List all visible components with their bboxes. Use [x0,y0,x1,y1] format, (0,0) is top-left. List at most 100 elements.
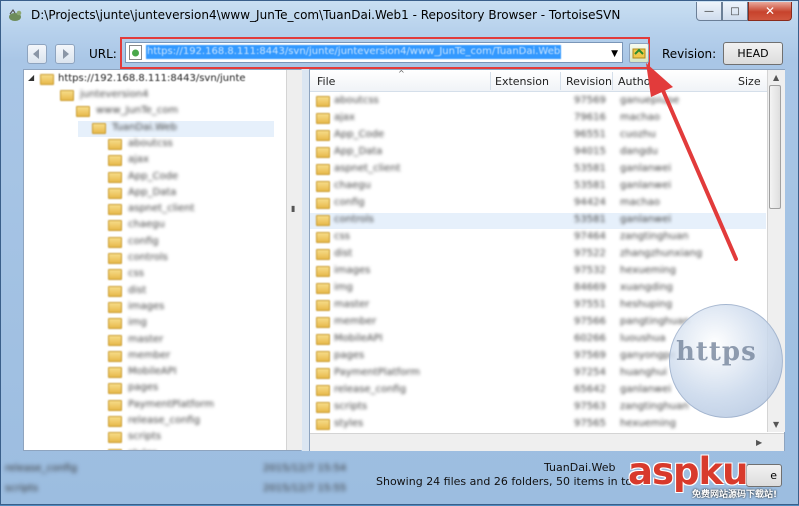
folder-icon [316,334,330,345]
folder-icon [316,147,330,158]
tree-item[interactable]: PaymentPlatform [94,398,274,414]
column-file[interactable]: File [317,75,335,88]
tree-item[interactable]: member [94,349,274,365]
tree-root-label: https://192.168.8.111:8443/svn/junte [58,73,246,84]
column-divider[interactable] [560,72,561,90]
repository-tree[interactable]: ◢ https://192.168.8.111:8443/svn/junte j… [23,69,301,451]
folder-icon [60,90,74,101]
tree-item-label: chaegu [128,219,165,231]
list-row-name: css [334,231,350,242]
list-row[interactable]: css 97464 zangtinghuan [310,230,766,246]
folder-icon [316,130,330,141]
tree-item[interactable]: chaegu [94,218,274,234]
tree-item-label: www_JunTe_com [96,105,179,117]
column-divider[interactable] [612,72,613,90]
tree-item[interactable]: App_Code [94,170,274,186]
list-row-name: App_Code [334,129,385,140]
tree-expand-icon[interactable]: ◢ [28,73,34,82]
tree-item[interactable]: dist [94,284,274,300]
tree-item-label: img [128,317,147,329]
status-summary: Showing 24 files and 26 folders, 50 item… [376,475,647,488]
minimize-button[interactable]: — [696,2,722,21]
tree-item-label: release_config [128,415,201,426]
tree-item[interactable]: MobileAPI [94,365,274,381]
list-row-revision: 60266 [574,333,606,344]
tree-item-label: junteversion4 [80,89,149,100]
forward-button[interactable] [55,44,75,64]
tree-item[interactable]: images [94,300,274,316]
list-scroll-thumb[interactable] [769,85,781,209]
tree-item[interactable]: junteversion4 [46,88,274,104]
list-row[interactable]: aboutcss 97569 ganuepiupe [310,94,766,110]
tree-item[interactable]: styles [94,447,274,450]
list-row-name: config [334,197,365,208]
column-revision[interactable]: Revision [566,75,612,88]
list-row-author: machao [620,112,660,123]
background-row: scripts [5,483,38,494]
tree-item[interactable]: aboutcss [94,137,274,153]
list-row[interactable]: config 94424 machao [310,196,766,212]
column-extension[interactable]: Extension [495,75,549,88]
list-row[interactable]: controls 53581 ganlanwei [310,213,766,229]
scroll-down-icon[interactable]: ▼ [773,420,779,429]
folder-icon [92,122,106,134]
list-row-revision: 94424 [574,197,606,208]
list-row-revision: 53581 [574,180,606,191]
scroll-up-icon[interactable]: ▲ [773,73,779,82]
tree-item[interactable]: css [94,267,274,283]
column-author[interactable]: Author [618,75,655,88]
list-row[interactable]: aspnet_client 53581 ganlanwei [310,162,766,178]
tree-item[interactable]: img [94,316,274,332]
list-row[interactable]: chaegu 53581 ganlanwei [310,179,766,195]
list-row-author: cuozhu [620,129,656,140]
list-row-name: ajax [334,112,355,123]
tortoisesvn-app-icon [9,8,22,21]
folder-icon [108,383,122,395]
pane-splitter[interactable] [302,69,309,451]
browse-go-button[interactable] [629,43,649,63]
back-button[interactable] [27,44,47,64]
column-divider[interactable] [490,72,491,90]
folder-icon [40,74,54,85]
revision-head-button[interactable]: HEAD [723,42,783,65]
tree-vertical-scrollbar[interactable]: ▮ [286,70,302,450]
arrow-right-icon [63,49,69,59]
folder-icon [316,164,330,175]
tree-item-label: MobileAPI [128,366,177,378]
folder-icon [316,402,330,413]
tree-item-label: TuanDai.Web [112,121,177,133]
folder-icon [108,269,122,281]
tree-item[interactable]: controls [94,251,274,267]
tree-item[interactable]: aspnet_client [94,202,274,218]
title-bar: D:\Projects\junte\junteversion4\www_JunT… [1,1,798,29]
list-row-revision: 53581 [574,163,606,174]
folder-icon [316,215,330,226]
maximize-button[interactable]: □ [722,2,748,21]
tree-item-label: master [128,333,164,345]
tree-item[interactable]: www_JunTe_com [62,104,274,120]
list-row[interactable]: App_Data 94015 dangdu [310,145,766,161]
tree-item[interactable]: pages [94,381,274,397]
tree-item[interactable]: release_config [94,414,274,430]
list-row[interactable]: images 97532 hexueming [310,264,766,280]
list-row[interactable]: img 84669 xuangding [310,281,766,297]
list-row[interactable]: ajax 79616 machao [310,111,766,127]
tree-item[interactable]: config [94,235,274,251]
scroll-right-icon[interactable]: ▶ [756,438,762,447]
tree-item[interactable]: App_Data [94,186,274,202]
folder-icon [316,317,330,328]
close-button[interactable]: ✕ [748,2,792,21]
list-row-name: pages [334,350,365,361]
status-current-path: TuanDai.Web [544,461,616,474]
folder-icon [108,432,122,444]
list-row[interactable]: App_Code 96551 cuozhu [310,128,766,144]
list-row[interactable]: dist 97522 zhangzhunxiang [310,247,766,263]
tree-item[interactable]: TuanDai.Web [78,120,274,137]
column-size[interactable]: Size [738,75,761,88]
tree-item[interactable]: scripts [94,430,274,446]
close-dialog-button[interactable]: e [746,464,782,487]
list-horizontal-scrollbar[interactable]: ▶ [310,433,784,451]
list-row[interactable]: styles 97565 hexueming [310,417,766,433]
tree-item[interactable]: master [94,333,274,349]
tree-item[interactable]: ajax [94,153,274,169]
